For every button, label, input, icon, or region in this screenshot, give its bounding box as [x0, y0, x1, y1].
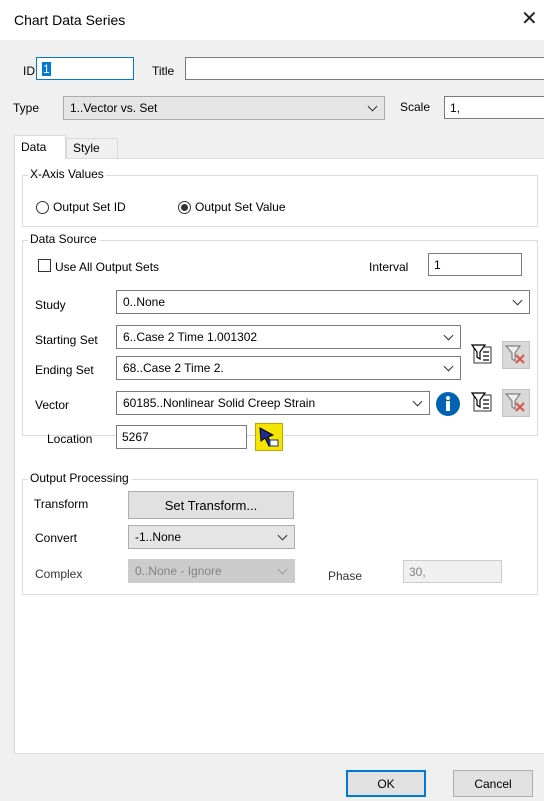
id-input-value: 1: [42, 61, 51, 76]
chevron-down-icon: [277, 564, 288, 574]
chevron-down-icon: [277, 530, 288, 540]
data-source-legend: Data Source: [28, 232, 99, 246]
chevron-down-icon: [367, 101, 378, 111]
phase-input-value: 30,: [409, 564, 426, 579]
complex-select-value: 0..None - Ignore: [135, 564, 222, 578]
use-all-output-sets-checkbox[interactable]: [38, 259, 51, 272]
scale-label: Scale: [400, 100, 431, 114]
chevron-down-icon: [412, 396, 423, 406]
complex-select: 0..None - Ignore: [128, 559, 295, 583]
ending-set-select[interactable]: 68..Case 2 Time 2.: [116, 356, 461, 380]
study-select[interactable]: 0..None: [116, 290, 530, 314]
interval-label: Interval: [369, 260, 409, 274]
ok-button[interactable]: OK: [346, 770, 426, 797]
use-all-output-sets-label: Use All Output Sets: [55, 260, 160, 274]
vector-select-value: 60185..Nonlinear Solid Creep Strain: [123, 396, 316, 410]
type-select[interactable]: 1..Vector vs. Set: [63, 96, 385, 120]
starting-set-label: Starting Set: [35, 333, 98, 347]
chevron-down-icon: [443, 330, 454, 340]
phase-label: Phase: [328, 569, 363, 583]
scale-input-value: 1,: [450, 100, 461, 115]
id-label: ID: [23, 64, 35, 78]
title-input[interactable]: [185, 57, 544, 80]
tab-style-label: Style: [73, 141, 100, 155]
ending-set-select-value: 68..Case 2 Time 2.: [123, 361, 224, 375]
cancel-button[interactable]: Cancel: [453, 770, 533, 797]
info-icon[interactable]: [434, 390, 462, 418]
radio-output-set-value[interactable]: [178, 201, 191, 214]
set-transform-button[interactable]: Set Transform...: [128, 491, 294, 519]
output-processing-legend: Output Processing: [28, 471, 131, 485]
tab-data-label: Data: [21, 140, 47, 154]
vector-label: Vector: [35, 398, 70, 412]
convert-select-value: -1..None: [135, 530, 182, 544]
starting-set-select-value: 6..Case 2 Time 1.001302: [123, 330, 258, 344]
vector-select[interactable]: 60185..Nonlinear Solid Creep Strain: [116, 391, 430, 415]
ending-set-label: Ending Set: [35, 363, 94, 377]
location-label: Location: [47, 432, 93, 446]
filter-sets-icon[interactable]: [470, 342, 496, 368]
title-label: Title: [152, 64, 175, 78]
starting-set-select[interactable]: 6..Case 2 Time 1.001302: [116, 325, 461, 349]
study-select-value: 0..None: [123, 295, 166, 309]
tab-style[interactable]: Style: [66, 138, 118, 158]
type-label: Type: [13, 101, 40, 115]
location-input-value: 5267: [122, 430, 149, 444]
chevron-down-icon: [443, 361, 454, 371]
location-input[interactable]: 5267: [116, 425, 247, 449]
transform-label: Transform: [34, 497, 89, 511]
window-title: Chart Data Series: [14, 12, 126, 28]
phase-input: 30,: [403, 560, 502, 583]
interval-input[interactable]: 1: [428, 253, 522, 276]
select-location-icon[interactable]: [255, 423, 283, 451]
chevron-down-icon: [512, 295, 523, 305]
study-label: Study: [35, 298, 66, 312]
id-input[interactable]: 1: [36, 57, 134, 80]
tab-data[interactable]: Data: [14, 135, 66, 159]
scale-input[interactable]: 1,: [444, 96, 544, 119]
radio-output-set-id-label: Output Set ID: [53, 200, 126, 214]
filter-vector-icon[interactable]: [470, 390, 496, 416]
complex-label: Complex: [35, 567, 83, 581]
convert-select[interactable]: -1..None: [128, 525, 295, 549]
convert-label: Convert: [35, 531, 78, 545]
type-select-value: 1..Vector vs. Set: [70, 101, 158, 115]
close-icon[interactable]: ✕: [521, 8, 538, 28]
clear-filter-vector-icon[interactable]: [502, 389, 530, 417]
x-axis-legend: X-Axis Values: [28, 167, 106, 181]
radio-output-set-value-label: Output Set Value: [195, 200, 286, 214]
interval-input-value: 1: [434, 257, 441, 272]
clear-filter-sets-icon[interactable]: [502, 341, 530, 369]
radio-output-set-id[interactable]: [36, 201, 49, 214]
